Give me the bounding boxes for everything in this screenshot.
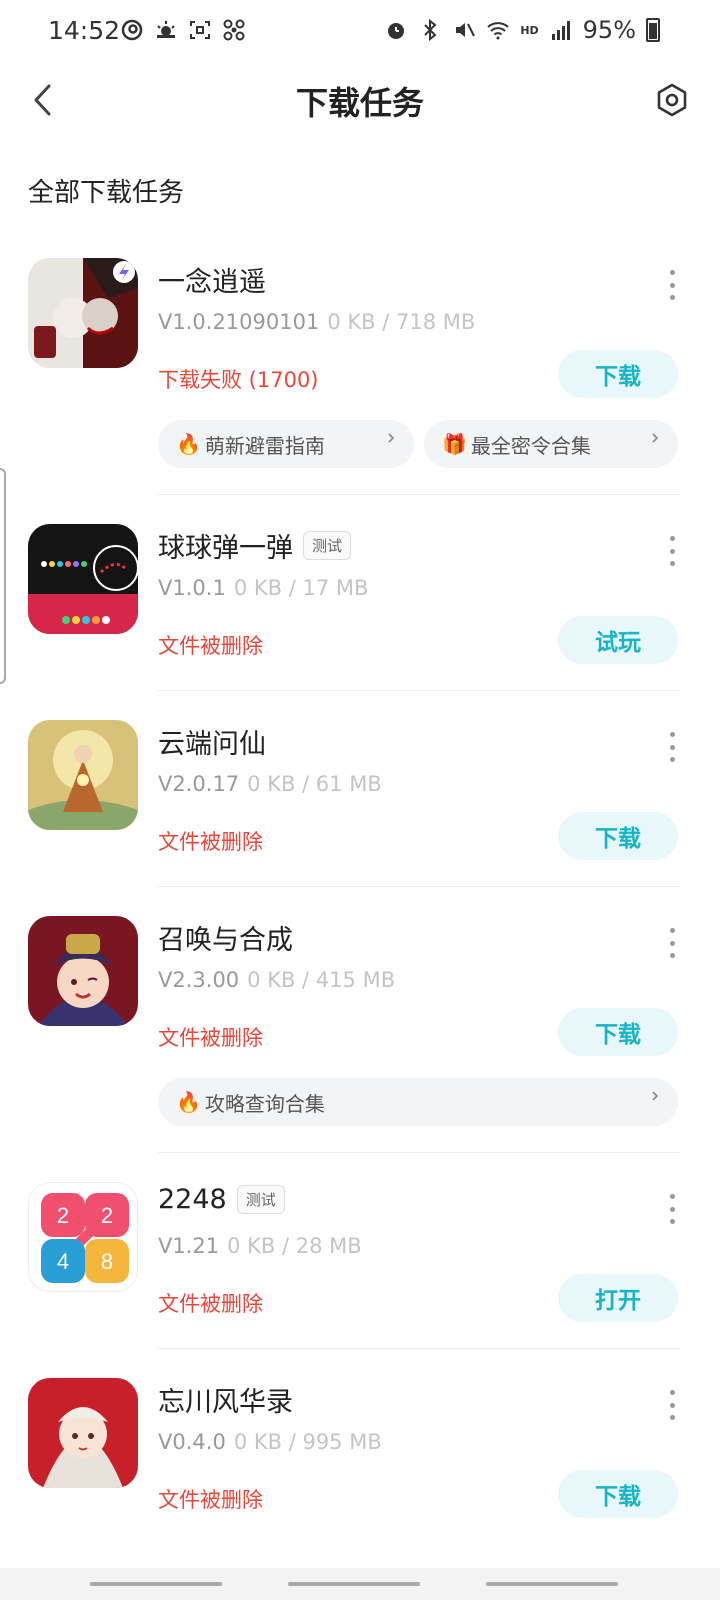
size: 0 KB / 28 MB <box>227 1234 362 1258</box>
settings-button[interactable] <box>650 78 694 122</box>
chevron-right-icon <box>652 433 659 443</box>
status-bar: 14:52 HD 95% <box>0 0 720 66</box>
download-button[interactable]: 下载 <box>558 1008 678 1056</box>
more-vertical-icon[interactable] <box>664 536 680 566</box>
status-icons-right: HD 95% <box>384 16 660 44</box>
status-text: 文件被删除 <box>158 1292 263 1316</box>
tile-4: 4 <box>57 1249 69 1274</box>
mute-icon <box>456 23 476 37</box>
app-meta: V1.21 0 KB / 28 MB <box>158 1234 362 1258</box>
alarm-icon <box>388 23 405 39</box>
size: 0 KB / 995 MB <box>233 1430 382 1454</box>
status-text: 文件被删除 <box>158 1026 263 1050</box>
bluetooth-icon <box>424 18 437 42</box>
battery-level: 95% <box>582 16 636 44</box>
more-vertical-icon[interactable] <box>664 928 680 958</box>
nav-recent[interactable] <box>90 1582 222 1586</box>
screenshot-icon <box>190 21 210 39</box>
section-title: 全部下载任务 <box>28 178 185 208</box>
app-name: 召唤与合成 <box>158 925 293 956</box>
app-name: 云端问仙 <box>158 729 266 760</box>
divider <box>158 886 680 887</box>
status-text: 文件被删除 <box>158 1488 263 1512</box>
app-name: 2248 测试 <box>158 1184 285 1215</box>
guide-link[interactable]: 🔥 萌新避雷指南 <box>158 420 414 468</box>
app-icon[interactable] <box>28 524 138 634</box>
version: V2.0.17 <box>158 772 240 796</box>
size: 0 KB / 718 MB <box>327 310 476 334</box>
status-text: 文件被删除 <box>158 634 263 658</box>
app-meta: V1.0.1 0 KB / 17 MB <box>158 576 368 600</box>
try-play-button[interactable]: 试玩 <box>558 616 678 664</box>
app-name: 忘川风华录 <box>158 1387 293 1418</box>
divider <box>158 494 680 495</box>
app-meta: V0.4.0 0 KB / 995 MB <box>158 1430 382 1454</box>
hd-label: HD <box>520 23 539 37</box>
weather-icon <box>157 21 175 38</box>
battery-icon <box>646 18 660 42</box>
size: 0 KB / 61 MB <box>247 772 382 796</box>
test-tag: 测试 <box>303 531 352 560</box>
app-icon[interactable] <box>28 916 138 1026</box>
gift-codes-link[interactable]: 🎁 最全密令合集 <box>424 420 678 468</box>
more-vertical-icon[interactable] <box>664 1390 680 1420</box>
tile-8: 8 <box>101 1249 113 1274</box>
guide-label: 萌新避雷指南 <box>204 433 325 458</box>
more-vertical-icon[interactable] <box>664 1194 680 1224</box>
nav-home[interactable] <box>288 1582 420 1586</box>
version: V2.3.00 <box>158 968 240 992</box>
signal-icon <box>551 21 570 40</box>
divider <box>158 690 680 691</box>
tile-2b: 2 <box>101 1203 113 1228</box>
app-icon[interactable] <box>28 720 138 830</box>
app-icon[interactable] <box>28 1378 138 1488</box>
version: V1.0.21090101 <box>158 310 320 334</box>
size: 0 KB / 17 MB <box>233 576 369 600</box>
download-button[interactable]: 下载 <box>558 812 678 860</box>
status-text: 文件被删除 <box>158 830 263 854</box>
status-icons-left <box>120 18 246 42</box>
status-text: 下载失败 (1700) <box>158 368 319 392</box>
chevron-right-icon <box>652 1091 659 1101</box>
swirl-icon <box>121 19 143 41</box>
fire-icon: 🔥 <box>176 1090 201 1114</box>
download-button[interactable]: 下载 <box>558 350 678 398</box>
divider <box>158 1152 680 1153</box>
version: V0.4.0 <box>158 1430 226 1454</box>
size: 0 KB / 415 MB <box>247 968 396 992</box>
navigation-bar <box>0 1568 720 1600</box>
test-tag: 测试 <box>236 1185 285 1214</box>
app-meta: V2.0.17 0 KB / 61 MB <box>158 772 382 796</box>
gift-icon: 🎁 <box>442 432 467 456</box>
app-header: 下载任务 <box>0 66 720 134</box>
app-icon[interactable] <box>28 258 138 368</box>
strategy-label: 攻略查询合集 <box>204 1091 325 1116</box>
strategy-link[interactable]: 🔥 攻略查询合集 <box>158 1078 678 1126</box>
download-button[interactable]: 下载 <box>558 1470 678 1518</box>
app-meta: V1.0.21090101 0 KB / 718 MB <box>158 310 475 334</box>
gift-codes-label: 最全密令合集 <box>470 433 591 458</box>
app-name: 球球弹一弹 测试 <box>158 526 352 565</box>
settings-icon <box>657 83 687 117</box>
nav-back[interactable] <box>486 1582 618 1586</box>
edge-panel-handle[interactable] <box>0 468 6 684</box>
app-name: 一念逍遥 <box>158 267 266 298</box>
fire-icon: 🔥 <box>176 432 201 456</box>
more-vertical-icon[interactable] <box>664 270 680 300</box>
version: V1.0.1 <box>158 576 226 600</box>
tile-2a: 2 <box>57 1203 69 1228</box>
divider <box>158 1348 680 1349</box>
version: V1.21 <box>158 1234 220 1258</box>
status-time: 14:52 <box>48 16 121 45</box>
more-vertical-icon[interactable] <box>664 732 680 762</box>
fan-icon <box>223 19 245 41</box>
chevron-right-icon <box>388 433 395 443</box>
app-icon[interactable]: 2 2 4 8 <box>28 1182 138 1292</box>
page-title: 下载任务 <box>295 84 424 122</box>
open-button[interactable]: 打开 <box>558 1274 678 1322</box>
wifi-icon <box>487 22 509 40</box>
app-meta: V2.3.00 0 KB / 415 MB <box>158 968 395 992</box>
